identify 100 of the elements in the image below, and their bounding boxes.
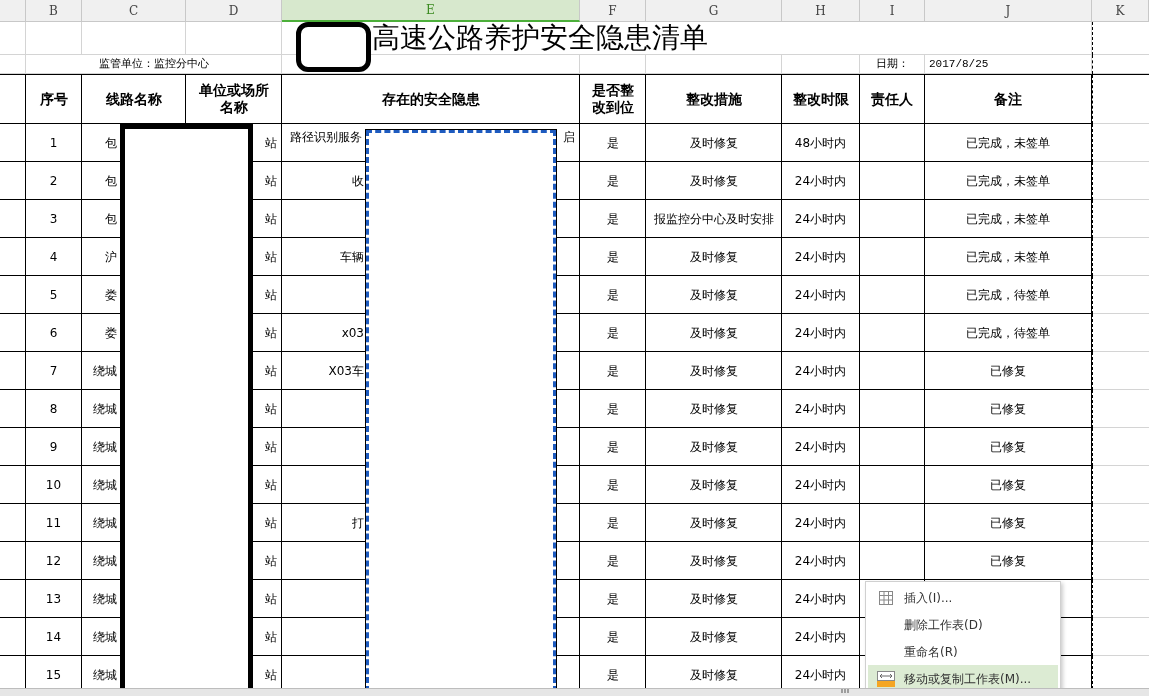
- table-cell: 24小时内: [782, 238, 860, 276]
- menu-item[interactable]: 移动或复制工作表(M)...: [868, 665, 1058, 688]
- table-cell: 24小时内: [782, 162, 860, 200]
- empty-cell: [860, 352, 925, 390]
- table-cell: 已完成，未签单: [925, 162, 1092, 200]
- cell-text: 路径识别服务: [290, 129, 362, 146]
- column-heading: 备注: [994, 90, 1022, 108]
- empty-cell: [1092, 428, 1149, 466]
- table-cell: 是: [580, 504, 646, 542]
- empty-cell: [1092, 276, 1149, 314]
- empty-cell: [1092, 504, 1149, 542]
- table-cell: 24小时内: [782, 618, 860, 656]
- table-cell: 已修复: [925, 504, 1092, 542]
- table-cell: 是: [580, 162, 646, 200]
- table-cell: 及时修复: [646, 276, 782, 314]
- empty-cell: [0, 428, 26, 466]
- table-cell: 24小时内: [782, 542, 860, 580]
- column-heading: 序号: [39, 90, 68, 108]
- table-cell: 6: [26, 314, 82, 352]
- table-cell: 24小时内: [782, 352, 860, 390]
- table-cell: 及时修复: [646, 162, 782, 200]
- empty-cell: [860, 238, 925, 276]
- table-cell: 24小时内: [782, 390, 860, 428]
- empty-cell: [1092, 162, 1149, 200]
- table-cell: 已完成，未签单: [925, 200, 1092, 238]
- column-header[interactable]: J: [925, 0, 1092, 22]
- table-cell: 及时修复: [646, 124, 782, 162]
- table-cell: 是: [580, 238, 646, 276]
- menu-item[interactable]: 插入(I)...: [868, 584, 1058, 611]
- empty-cell: [0, 314, 26, 352]
- table-cell: 48小时内: [782, 124, 860, 162]
- table-cell: 24小时内: [782, 200, 860, 238]
- column-header[interactable]: C: [82, 0, 186, 22]
- column-heading: 责任人: [871, 90, 913, 108]
- table-cell: 5: [26, 276, 82, 314]
- table-cell: 2017/8/25: [925, 55, 1092, 74]
- table-cell: 1: [26, 124, 82, 162]
- empty-cell: [1092, 22, 1149, 55]
- table-cell: 已修复: [925, 542, 1092, 580]
- column-heading: 存在的安全隐患: [381, 90, 480, 108]
- table-cell: 及时修复: [646, 428, 782, 466]
- table-cell: 及时修复: [646, 542, 782, 580]
- table-cell: 及时修复: [646, 390, 782, 428]
- table-cell: 24小时内: [782, 428, 860, 466]
- column-heading: 整改措施: [685, 90, 742, 108]
- empty-cell: [1092, 542, 1149, 580]
- empty-cell: [580, 55, 646, 74]
- empty-cell: [0, 504, 26, 542]
- table-cell: 13: [26, 580, 82, 618]
- table-cell: 已修复: [925, 428, 1092, 466]
- column-header[interactable]: F: [580, 0, 646, 22]
- table-cell: 是: [580, 428, 646, 466]
- empty-cell: [0, 200, 26, 238]
- table-cell: 及时修复: [646, 314, 782, 352]
- empty-cell: [1092, 390, 1149, 428]
- table-cell: 已修复: [925, 352, 1092, 390]
- column-heading: 是否整改到位: [591, 82, 634, 116]
- table-cell: 是: [580, 466, 646, 504]
- table-cell: 及时修复: [646, 466, 782, 504]
- table-cell: 是: [580, 618, 646, 656]
- table-icon: [879, 590, 893, 605]
- empty-cell: [0, 390, 26, 428]
- column-header[interactable]: H: [782, 0, 860, 22]
- table-cell: 24小时内: [782, 504, 860, 542]
- empty-cell: [1092, 580, 1149, 618]
- table-cell: 7: [26, 352, 82, 390]
- table-cell: 已完成，未签单: [925, 124, 1092, 162]
- empty-cell: [0, 352, 26, 390]
- column-header[interactable]: [0, 0, 26, 22]
- empty-cell: [0, 542, 26, 580]
- table-cell: 及时修复: [646, 580, 782, 618]
- empty-cell: [860, 466, 925, 504]
- empty-cell: [0, 618, 26, 656]
- column-header[interactable]: K: [1092, 0, 1149, 22]
- table-cell: 已完成，待签单: [925, 276, 1092, 314]
- column-header[interactable]: B: [26, 0, 82, 22]
- table-cell: 及时修复: [646, 352, 782, 390]
- column-header[interactable]: G: [646, 0, 782, 22]
- empty-cell: [0, 55, 26, 74]
- empty-cell: [860, 390, 925, 428]
- menu-item[interactable]: 删除工作表(D): [868, 611, 1058, 638]
- empty-cell: [860, 504, 925, 542]
- table-cell: 是: [580, 314, 646, 352]
- table-cell: 及时修复: [646, 504, 782, 542]
- empty-cell: [0, 162, 26, 200]
- empty-cell: [1092, 314, 1149, 352]
- column-heading: 整改时限: [792, 90, 849, 108]
- column-header[interactable]: I: [860, 0, 925, 22]
- table-cell: 24小时内: [782, 466, 860, 504]
- empty-cell: [1092, 466, 1149, 504]
- table-cell: 是: [580, 352, 646, 390]
- table-cell: 已完成，未签单: [925, 238, 1092, 276]
- table-cell: 日期：: [860, 55, 925, 74]
- column-heading: 单位或场所名称: [198, 82, 269, 116]
- empty-cell: [0, 22, 26, 55]
- cell-text: 启: [563, 129, 575, 146]
- menu-item[interactable]: 重命名(R): [868, 638, 1058, 665]
- empty-cell: [1092, 200, 1149, 238]
- table-cell: 24小时内: [782, 276, 860, 314]
- table-cell: 4: [26, 238, 82, 276]
